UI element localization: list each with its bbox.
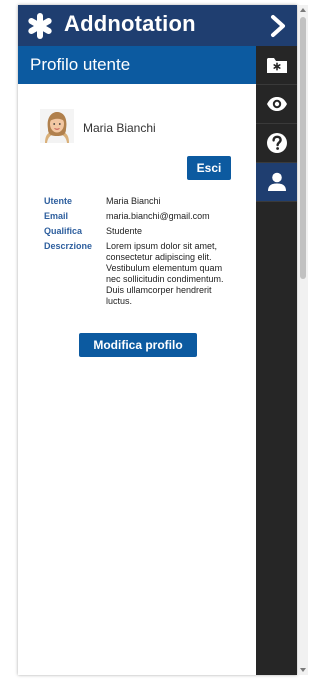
edit-profile-button[interactable]: Modifica profilo bbox=[79, 333, 197, 357]
scroll-up-arrow-icon[interactable] bbox=[298, 5, 308, 15]
vertical-scrollbar[interactable] bbox=[298, 5, 308, 675]
info-row-role: Qualifica Studente bbox=[44, 226, 254, 237]
user-icon bbox=[267, 172, 286, 191]
chevron-right-icon[interactable] bbox=[266, 14, 290, 38]
info-row-description: Descrzione Lorem ipsum dolor sit amet, c… bbox=[44, 241, 254, 307]
folder-asterisk-icon bbox=[266, 58, 287, 73]
tab-profile[interactable] bbox=[256, 163, 297, 202]
info-value: Lorem ipsum dolor sit amet, consectetur … bbox=[106, 241, 224, 306]
info-value: Maria Bianchi bbox=[106, 196, 161, 206]
info-label: Qualifica bbox=[44, 226, 83, 236]
app-header: Addnotation bbox=[18, 5, 297, 46]
user-display-name: Maria Bianchi bbox=[83, 121, 156, 135]
avatar bbox=[40, 109, 74, 143]
eye-icon bbox=[266, 97, 287, 111]
profile-panel: Profilo utente Maria Bianchi Esci Utente… bbox=[18, 46, 257, 675]
info-value: maria.bianchi@gmail.com bbox=[106, 211, 210, 221]
scroll-down-arrow-icon[interactable] bbox=[298, 665, 308, 675]
info-label: Email bbox=[44, 211, 69, 221]
app-title: Addnotation bbox=[64, 11, 196, 36]
info-value: Studente bbox=[106, 226, 143, 236]
profile-info: Utente Maria Bianchi Email maria.bianchi… bbox=[44, 196, 254, 311]
scroll-thumb[interactable] bbox=[300, 17, 306, 279]
info-row-email: Email maria.bianchi@gmail.com bbox=[44, 211, 254, 222]
info-label: Utente bbox=[44, 196, 73, 206]
tab-view[interactable] bbox=[256, 85, 297, 124]
help-icon bbox=[266, 133, 287, 153]
app-window: Addnotation Profilo utente Maria Bianchi… bbox=[18, 5, 297, 675]
info-label: Descrzione bbox=[44, 241, 93, 251]
tab-help[interactable] bbox=[256, 124, 297, 163]
panel-title: Profilo utente bbox=[30, 55, 131, 74]
sidebar bbox=[256, 46, 297, 675]
asterisk-icon bbox=[28, 13, 52, 39]
panel-title-bar: Profilo utente bbox=[18, 46, 256, 84]
tab-annotations[interactable] bbox=[256, 46, 297, 85]
info-row-user: Utente Maria Bianchi bbox=[44, 196, 254, 207]
logout-button[interactable]: Esci bbox=[187, 156, 231, 180]
